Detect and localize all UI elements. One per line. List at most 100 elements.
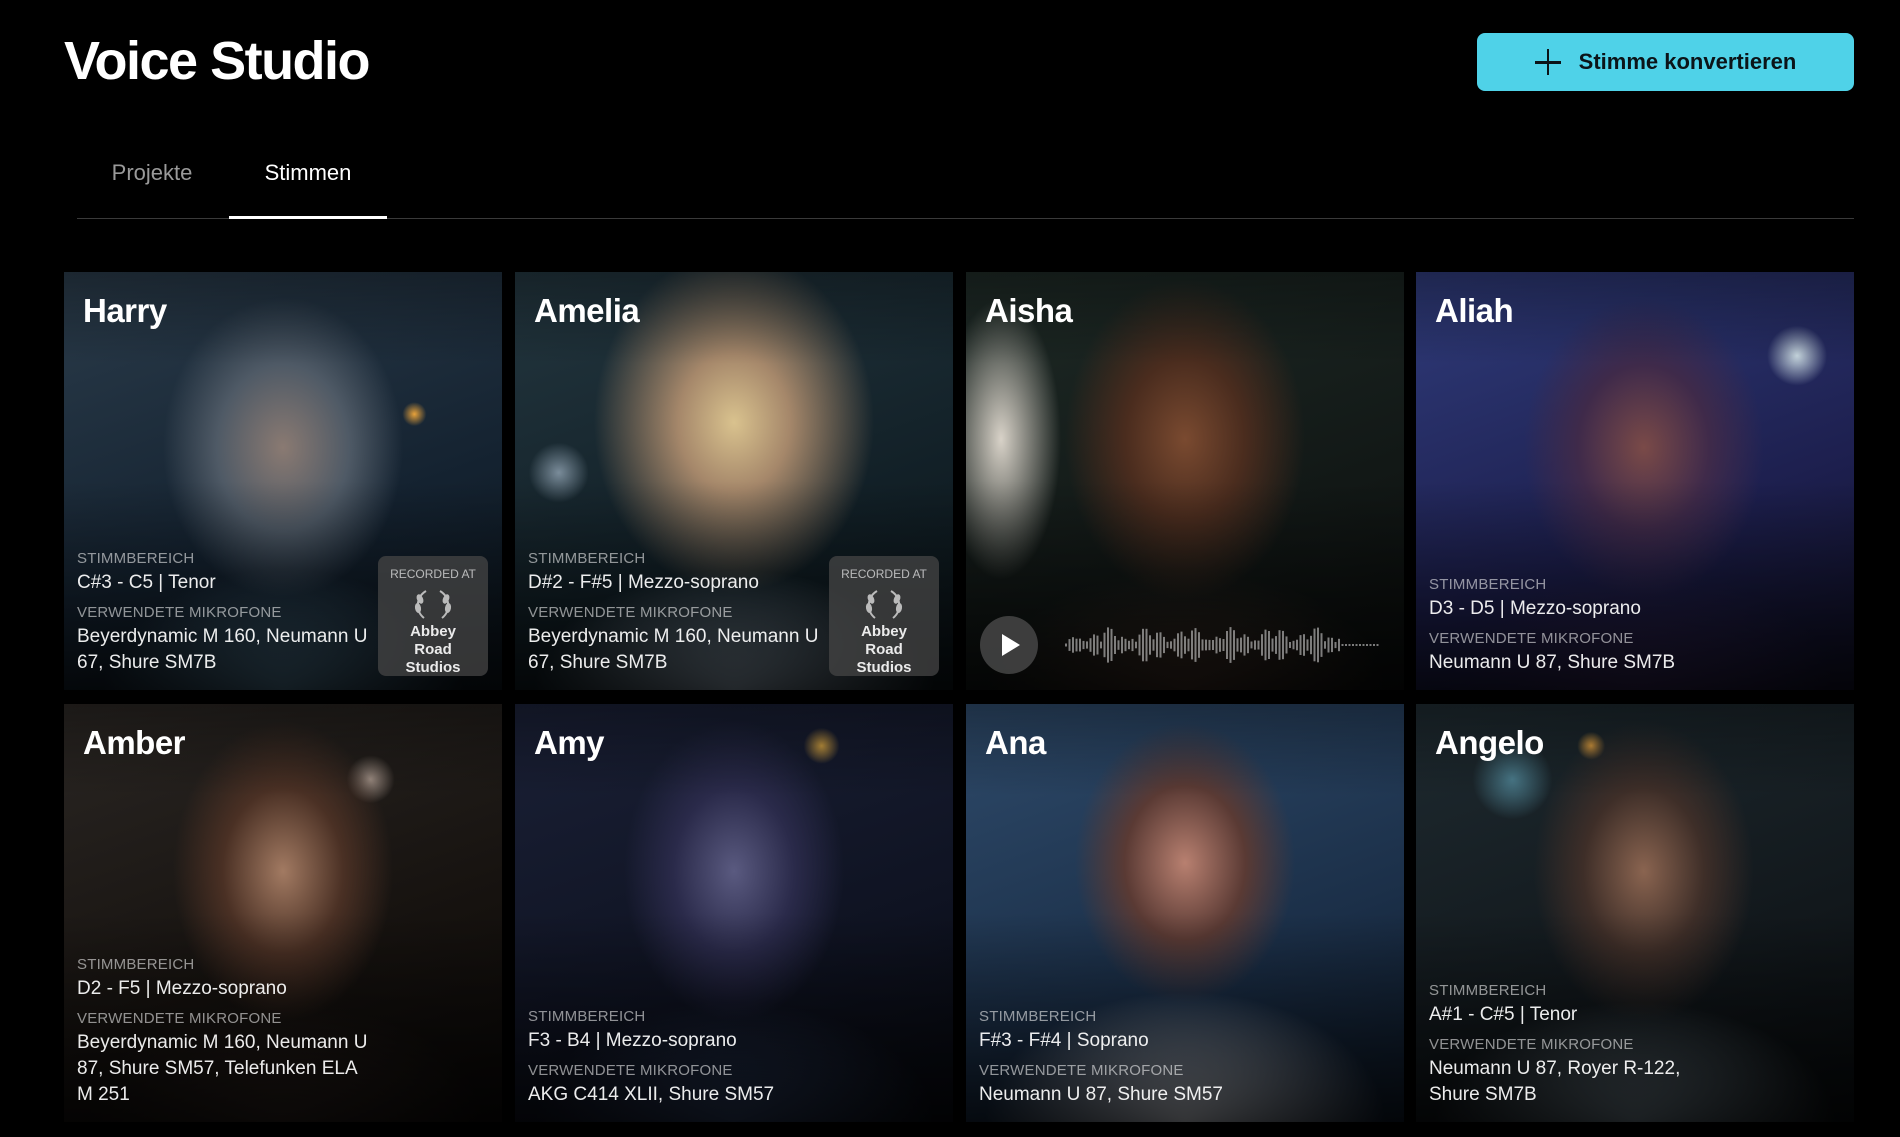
waveform-bar (1317, 627, 1319, 663)
mics-value: Neumann U 87, Shure SM7B (1429, 652, 1676, 673)
waveform-bar (1278, 630, 1281, 660)
tab-stimmen[interactable]: Stimmen (229, 160, 387, 219)
waveform-bar (1376, 644, 1379, 646)
waveform-bar (1201, 639, 1204, 651)
waveform-bar (1198, 632, 1200, 658)
waveform-bar (1135, 641, 1137, 649)
voice-card-amy[interactable]: Amy STIMMBEREICH F3 - B4 | Mezzo-soprano… (515, 704, 953, 1122)
waveform-bar (1131, 638, 1134, 652)
waveform-bar (1324, 641, 1326, 649)
voice-name: Amelia (534, 292, 640, 329)
waveform-bar (1086, 641, 1088, 649)
mics-value: Neumann U 87, Shure SM57 (979, 1084, 1223, 1105)
range-value: D3 - D5 | Mezzo-soprano (1429, 598, 1641, 619)
waveform-bar (1166, 641, 1169, 649)
waveform-bar (1205, 639, 1207, 651)
waveform-bar (1222, 639, 1225, 651)
waveform-bar (1313, 628, 1316, 662)
waveform-icon[interactable] (1065, 614, 1390, 676)
voice-meta: STIMMBEREICH D#2 - F#5 | Mezzo-soprano V… (528, 550, 828, 676)
range-label: STIMMBEREICH (77, 956, 195, 973)
convert-voice-button[interactable]: Stimme konvertieren (1477, 33, 1854, 91)
waveform-bar (1229, 627, 1232, 663)
range-value: D2 - F5 | Mezzo-soprano (77, 978, 287, 999)
waveform-bar (1275, 636, 1277, 654)
range-value: D#2 - F#5 | Mezzo-soprano (528, 572, 759, 593)
voice-name: Ana (985, 724, 1046, 761)
studio-name: Abbey Road Studios (856, 623, 912, 676)
voice-card-aisha[interactable]: Aisha (966, 272, 1404, 690)
recorded-at-badge: RECORDED AT Abbey Road Studios (829, 556, 939, 676)
voice-name: Angelo (1435, 724, 1544, 761)
laurel-icon (865, 590, 903, 619)
waveform-bar (1369, 644, 1372, 646)
mics-value: AKG C414 XLII, Shure SM57 (528, 1084, 775, 1105)
voice-card-angelo[interactable]: Angelo STIMMBEREICH A#1 - C#5 | Tenor VE… (1416, 704, 1854, 1122)
waveform-bar (1345, 644, 1347, 646)
mics-value: Beyerdynamic M 160, Neumann U 87, Shure … (77, 1032, 368, 1105)
range-label: STIMMBEREICH (1429, 982, 1547, 999)
waveform-bar (1303, 634, 1305, 656)
waveform-bar (1145, 628, 1148, 662)
tab-bar: Projekte Stimmen (77, 147, 1854, 219)
audio-player (980, 614, 1390, 676)
waveform-bar (1212, 640, 1214, 650)
waveform-bar (1285, 636, 1288, 654)
mics-value: Beyerdynamic M 160, Neumann U 67, Shure … (528, 626, 819, 673)
voice-card-amelia[interactable]: Amelia STIMMBEREICH D#2 - F#5 | Mezzo-so… (515, 272, 953, 690)
waveform-bar (1289, 642, 1291, 648)
range-value: F#3 - F#4 | Soprano (979, 1030, 1149, 1051)
waveform-bar (1180, 631, 1183, 659)
waveform-bar (1156, 632, 1158, 658)
waveform-bar (1264, 629, 1267, 661)
waveform-bar (1082, 640, 1085, 650)
range-value: F3 - B4 | Mezzo-soprano (528, 1030, 737, 1051)
range-value: A#1 - C#5 | Tenor (1429, 1004, 1578, 1025)
waveform-bar (1114, 636, 1116, 654)
voice-card-aliah[interactable]: Aliah STIMMBEREICH D3 - D5 | Mezzo-sopra… (1416, 272, 1854, 690)
waveform-bar (1299, 635, 1302, 655)
waveform-bar (1184, 636, 1186, 654)
studio-name: Abbey Road Studios (405, 623, 461, 676)
tab-projekte[interactable]: Projekte (77, 160, 227, 219)
waveform-bar (1068, 639, 1071, 651)
voice-card-harry[interactable]: Harry STIMMBEREICH C#3 - C5 | Tenor VERW… (64, 272, 502, 690)
plus-icon (1534, 49, 1561, 75)
waveform-bar (1352, 644, 1354, 646)
waveform-bar (1208, 639, 1211, 651)
waveform-bar (1250, 641, 1253, 649)
voice-meta: STIMMBEREICH C#3 - C5 | Tenor VERWENDETE… (77, 550, 377, 676)
waveform-bar (1268, 631, 1270, 659)
waveform-bar (1296, 639, 1298, 651)
range-label: STIMMBEREICH (77, 550, 195, 567)
waveform-bar (1355, 644, 1358, 646)
range-value: C#3 - C5 | Tenor (77, 572, 216, 593)
voice-card-amber[interactable]: Amber STIMMBEREICH D2 - F5 | Mezzo-sopra… (64, 704, 502, 1122)
mics-label: VERWENDETE MIKROFONE (979, 1062, 1184, 1079)
voice-meta: STIMMBEREICH A#1 - C#5 | Tenor VERWENDET… (1429, 982, 1729, 1108)
voice-name: Amber (83, 724, 186, 761)
waveform-bar (1096, 635, 1099, 655)
waveform-bar (1138, 634, 1141, 656)
mics-label: VERWENDETE MIKROFONE (528, 604, 733, 621)
range-label: STIMMBEREICH (528, 1008, 646, 1025)
waveform-bar (1366, 644, 1368, 646)
waveform-bar (1215, 636, 1218, 654)
waveform-bar (1359, 644, 1361, 646)
waveform-bar (1117, 640, 1120, 650)
waveform-bar (1243, 634, 1246, 656)
mics-label: VERWENDETE MIKROFONE (1429, 1036, 1634, 1053)
waveform-bar (1191, 630, 1193, 660)
waveform-bar (1142, 628, 1144, 662)
waveform-bar (1338, 638, 1340, 652)
voice-card-ana[interactable]: Ana STIMMBEREICH F#3 - F#4 | Soprano VER… (966, 704, 1404, 1122)
waveform-bar (1107, 627, 1109, 663)
waveform-bar (1173, 638, 1176, 652)
waveform-bar (1149, 635, 1151, 655)
mics-label: VERWENDETE MIKROFONE (77, 1010, 282, 1027)
waveform-bar (1254, 640, 1256, 650)
play-icon[interactable] (980, 616, 1038, 674)
waveform-bar (1334, 642, 1337, 649)
range-label: STIMMBEREICH (979, 1008, 1097, 1025)
waveform-bar (1271, 638, 1274, 652)
